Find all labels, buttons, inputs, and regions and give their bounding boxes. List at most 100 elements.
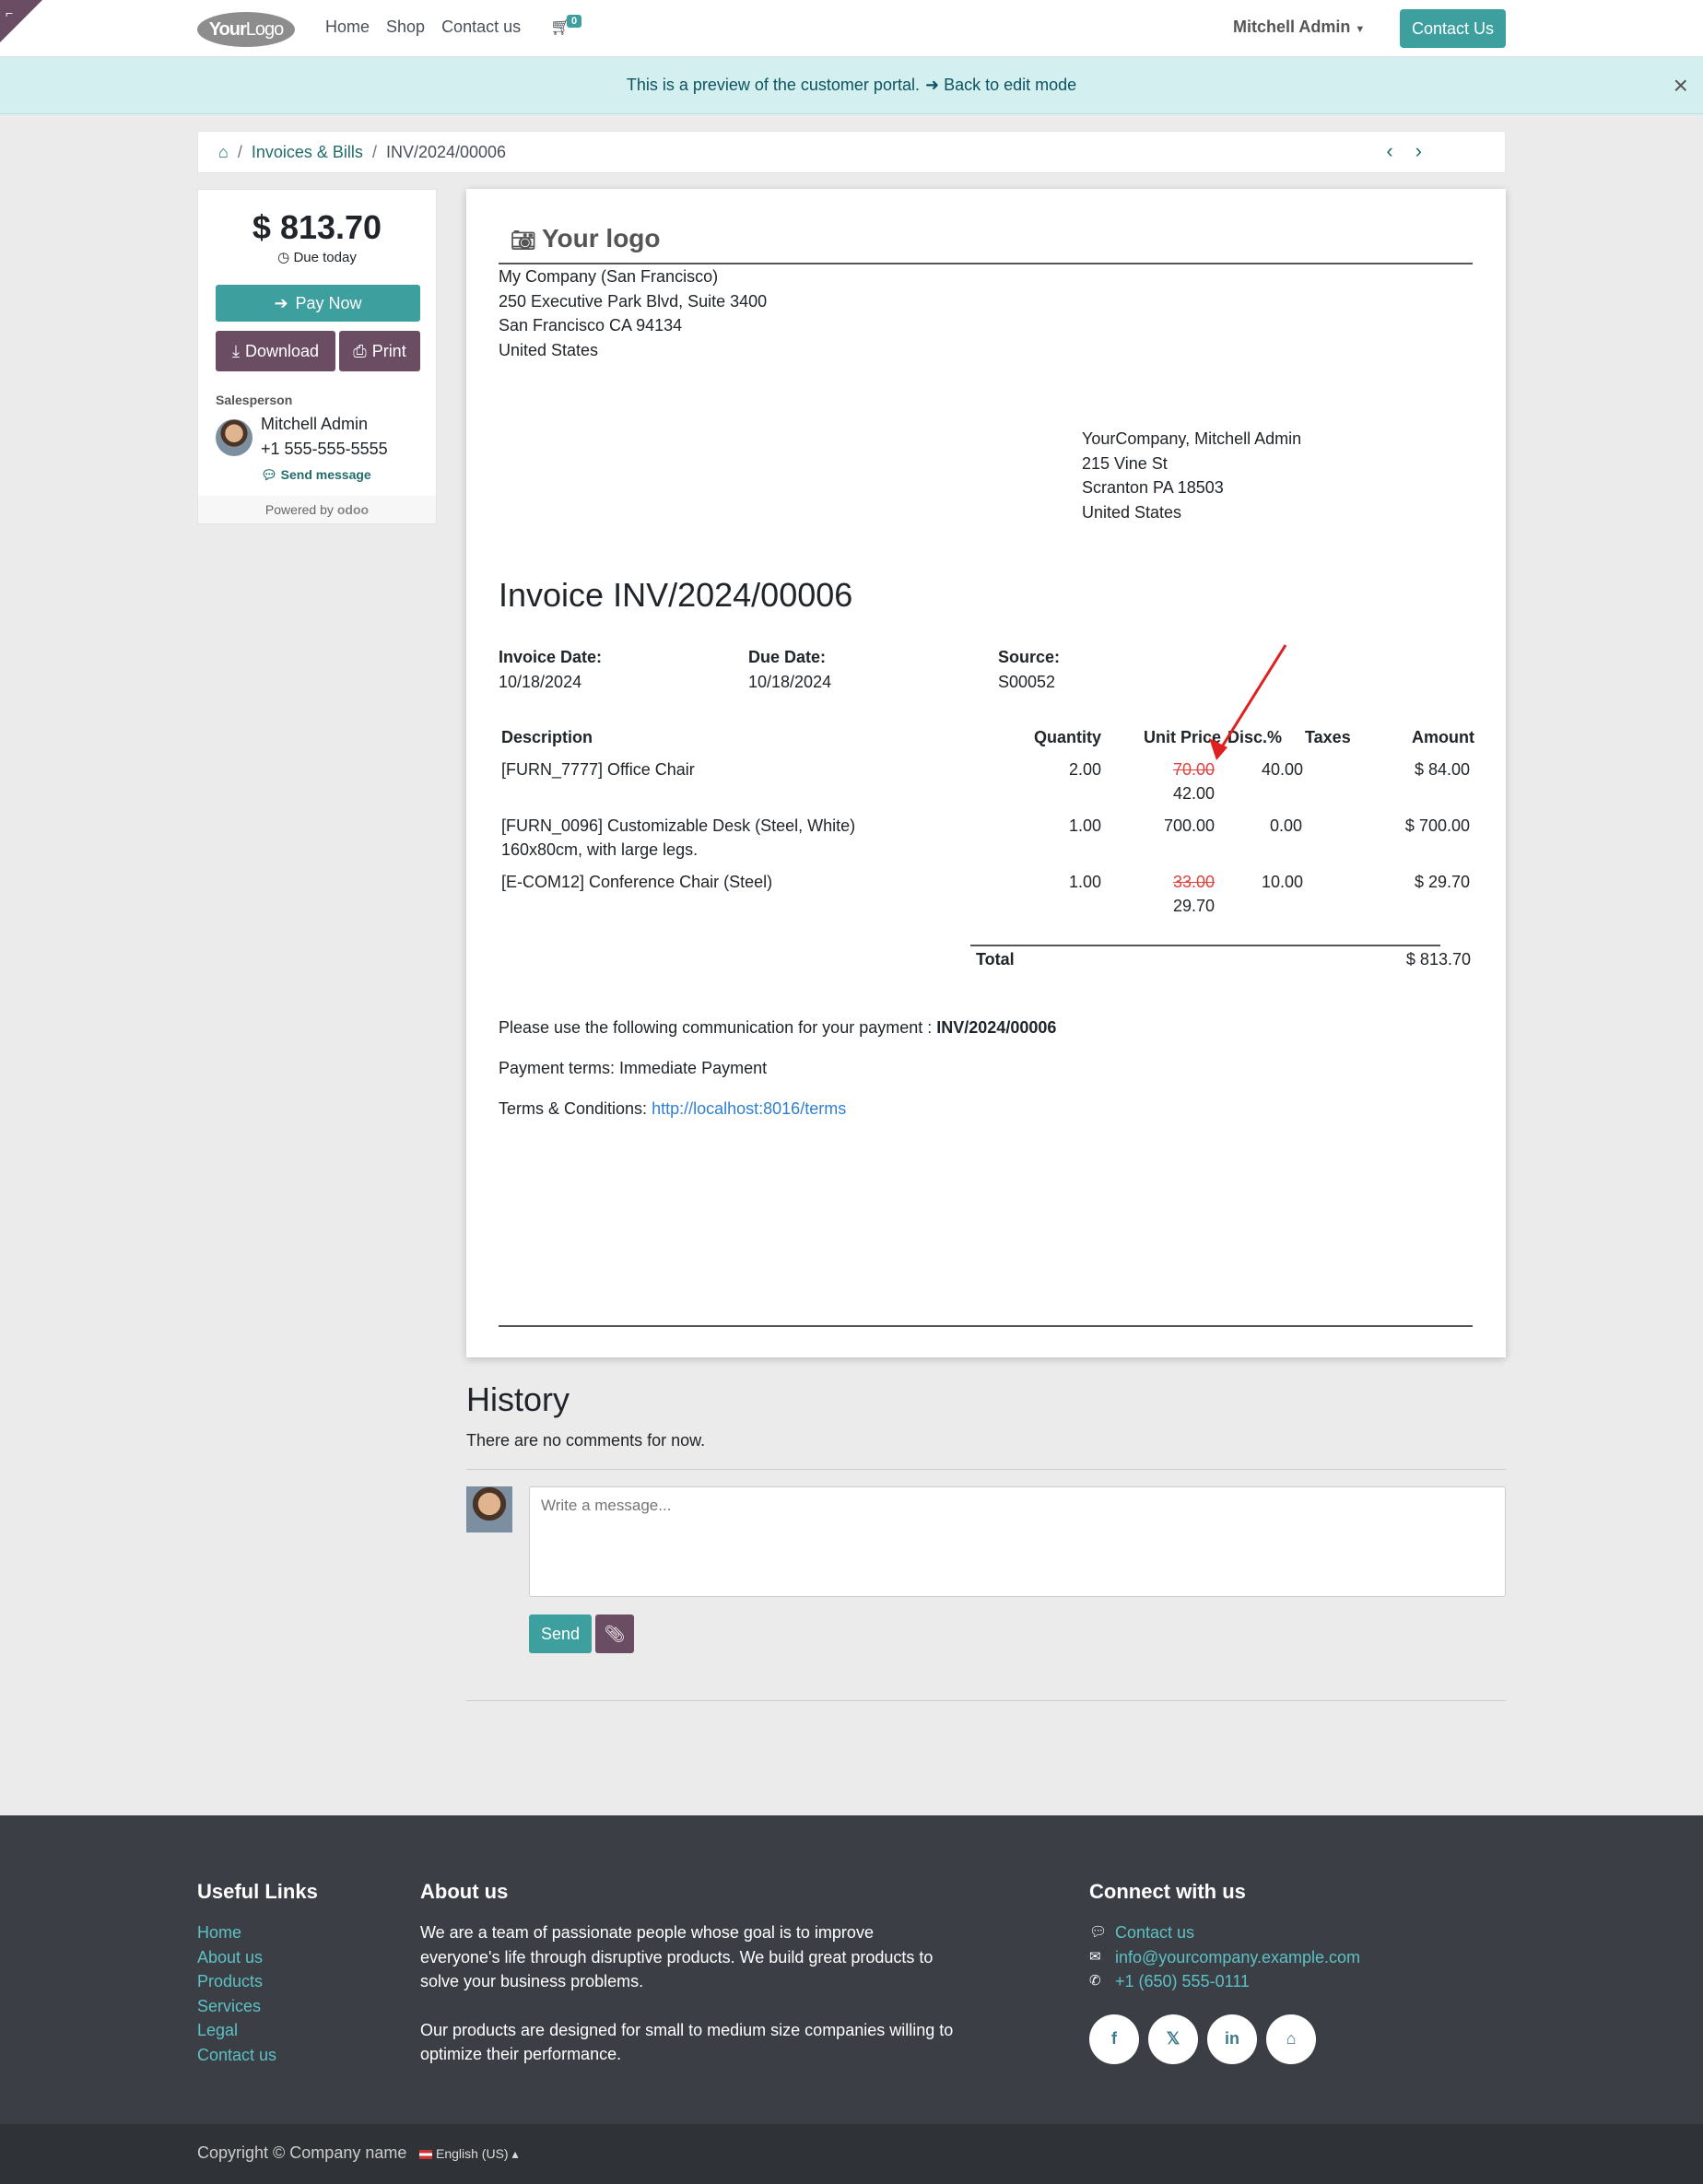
invoice-date: Invoice Date: 10/18/2024 <box>499 648 603 691</box>
chevron-left-icon[interactable]: ‹ <box>1386 139 1392 163</box>
social-links: f 𝕏 in ⌂ <box>1089 2014 1360 2064</box>
footer-useful-links: Useful Links Home About us Products Serv… <box>197 1880 318 2067</box>
close-icon[interactable]: × <box>1674 71 1688 100</box>
line-unit-price: 42.00 <box>1173 784 1216 803</box>
envelope-icon: ✉ <box>1089 1948 1101 1965</box>
payment-communication: Please use the following communication f… <box>499 1018 1057 1037</box>
x-twitter-icon[interactable]: 𝕏 <box>1148 2014 1198 2064</box>
caret-down-icon: ▼ <box>1355 24 1366 35</box>
comment-icon: 💬︎ <box>1089 1924 1108 1940</box>
line-description: [FURN_7777] Office Chair <box>501 760 695 779</box>
download-button[interactable]: ⤓ Download <box>216 331 335 371</box>
home-icon[interactable]: ⌂ <box>1266 2014 1316 2064</box>
line-amount: $ 84.00 <box>1414 760 1470 779</box>
salesperson-name: Mitchell Admin <box>261 415 369 433</box>
contact-us-button[interactable]: Contact Us <box>1400 9 1506 48</box>
facebook-icon[interactable]: f <box>1089 2014 1139 2064</box>
line-quantity: 2.00 <box>1069 760 1102 779</box>
print-button[interactable]: ⎙ Print <box>339 331 420 371</box>
footer-link-services[interactable]: Services <box>197 1994 318 2019</box>
footer-link-about[interactable]: About us <box>197 1945 318 1970</box>
cart-button[interactable]: 🛒︎ 0 <box>550 15 582 37</box>
preview-text: This is a preview of the customer portal… <box>626 76 920 94</box>
powered-by: Powered by odoo <box>198 496 436 523</box>
footer-link-contact[interactable]: Contact us <box>197 2043 318 2068</box>
breadcrumb-separator: / <box>237 142 242 161</box>
copyright-bar: Copyright © Company name English (US) ▴ <box>0 2124 1703 2184</box>
about-paragraph: Our products are designed for small to m… <box>420 2020 954 2064</box>
paperclip-icon[interactable]: 📎︎ <box>595 1615 634 1653</box>
col-amount: Amount <box>1412 728 1474 746</box>
footer-link-products[interactable]: Products <box>197 1969 318 1994</box>
breadcrumb: ⌂ / Invoices & Bills / INV/2024/00006 ‹ … <box>197 131 1506 173</box>
line-amount: $ 700.00 <box>1404 816 1470 835</box>
line-amount: $ 29.70 <box>1414 873 1470 891</box>
site-logo[interactable]: Your Logo <box>197 12 295 47</box>
breadcrumb-invoices[interactable]: Invoices & Bills <box>252 143 363 162</box>
footer-about: About us We are a team of passionate peo… <box>420 1880 955 2067</box>
invoice-title: Invoice INV/2024/00006 <box>499 576 853 614</box>
salesperson-phone: +1 555-555-5555 <box>261 440 388 458</box>
company-logo: 📷︎ Your logo <box>511 224 661 252</box>
nav-contact-us[interactable]: Contact us <box>441 18 521 37</box>
terms-conditions: Terms & Conditions: http://localhost:801… <box>499 1099 847 1118</box>
nav-shop[interactable]: Shop <box>386 18 425 37</box>
footer-connect: Connect with us 💬︎ Contact us ✉ info@yourc… <box>1089 1880 1360 2064</box>
footer-email-link[interactable]: info@yourcompany.example.com <box>1115 1945 1360 1970</box>
line-discount: 10.00 <box>1262 873 1304 891</box>
linkedin-icon[interactable]: in <box>1207 2014 1257 2064</box>
download-icon: ⤓ <box>231 341 240 360</box>
payment-terms: Payment terms: Immediate Payment <box>499 1059 768 1077</box>
clock-icon: ◷ <box>277 250 290 265</box>
print-icon: ⎙ <box>353 341 367 360</box>
footer-heading: About us <box>420 1880 509 1903</box>
avatar <box>466 1486 512 1532</box>
footer-divider <box>499 1325 1473 1327</box>
chevron-right-icon[interactable]: › <box>1415 139 1422 163</box>
amount-due: $ 813.70 <box>252 208 382 246</box>
line-quantity: 1.00 <box>1069 816 1102 835</box>
history-empty-text: There are no comments for now. <box>466 1431 706 1450</box>
invoice-sidebar: $ 813.70 ◷ Due today ➔ Pay Now ⤓ Download … <box>197 189 437 524</box>
col-quantity: Quantity <box>1034 728 1102 746</box>
avatar <box>216 419 253 456</box>
camera-icon: 📷︎ <box>511 229 536 252</box>
line-original-price: 33.00 <box>1173 873 1216 891</box>
top-navbar: Your Logo Home Shop Contact us 🛒︎ 0 Mitch… <box>0 0 1703 57</box>
site-footer: Useful Links Home About us Products Serv… <box>0 1815 1703 2124</box>
pay-now-button[interactable]: ➔ Pay Now <box>216 285 420 322</box>
line-unit-price: 29.70 <box>1173 897 1216 915</box>
history-divider <box>466 1700 1506 1701</box>
total-divider <box>970 945 1440 946</box>
send-button[interactable]: Send <box>529 1615 592 1653</box>
caret-up-icon: ▴ <box>511 2146 519 2161</box>
footer-heading: Connect with us <box>1089 1880 1246 1903</box>
footer-phone-link[interactable]: +1 (650) 555-0111 <box>1115 1969 1250 1994</box>
cart-count-badge: 0 <box>567 15 582 28</box>
due-status: ◷ Due today <box>277 250 357 265</box>
terms-link[interactable]: http://localhost:8016/terms <box>652 1099 846 1118</box>
home-icon[interactable]: ⌂ <box>218 143 229 162</box>
footer-link-home[interactable]: Home <box>197 1920 318 1945</box>
language-selector[interactable]: English (US) ▴ <box>419 2146 519 2162</box>
comment-icon: 💬︎ <box>261 467 277 482</box>
copyright-text: Copyright © Company name <box>197 2143 407 2162</box>
user-menu[interactable]: Mitchell Admin ▼ <box>1233 18 1365 37</box>
history-title: History <box>466 1380 570 1418</box>
total-amount: $ 813.70 <box>1405 950 1471 969</box>
message-input[interactable] <box>529 1486 1506 1597</box>
edit-corner-icon: ⌐ <box>6 6 14 20</box>
nav-home[interactable]: Home <box>325 18 370 37</box>
salesperson-label: Salesperson <box>216 393 293 407</box>
main-nav: Home Shop Contact us <box>325 18 521 37</box>
footer-heading: Useful Links <box>197 1880 318 1903</box>
line-unit-price: 700.00 <box>1164 816 1216 835</box>
back-to-edit-link[interactable]: ➜ Back to edit mode <box>925 76 1076 95</box>
footer-link-legal[interactable]: Legal <box>197 2018 318 2043</box>
about-paragraph: We are a team of passionate people whose… <box>420 1923 934 1990</box>
customer-address: YourCompany, Mitchell Admin 215 Vine St … <box>1082 429 1302 522</box>
footer-contact-link[interactable]: Contact us <box>1115 1920 1194 1945</box>
phone-icon: ✆ <box>1089 1973 1101 1989</box>
breadcrumb-separator: / <box>371 142 377 161</box>
send-message-link[interactable]: 💬︎ Send message <box>261 467 371 483</box>
